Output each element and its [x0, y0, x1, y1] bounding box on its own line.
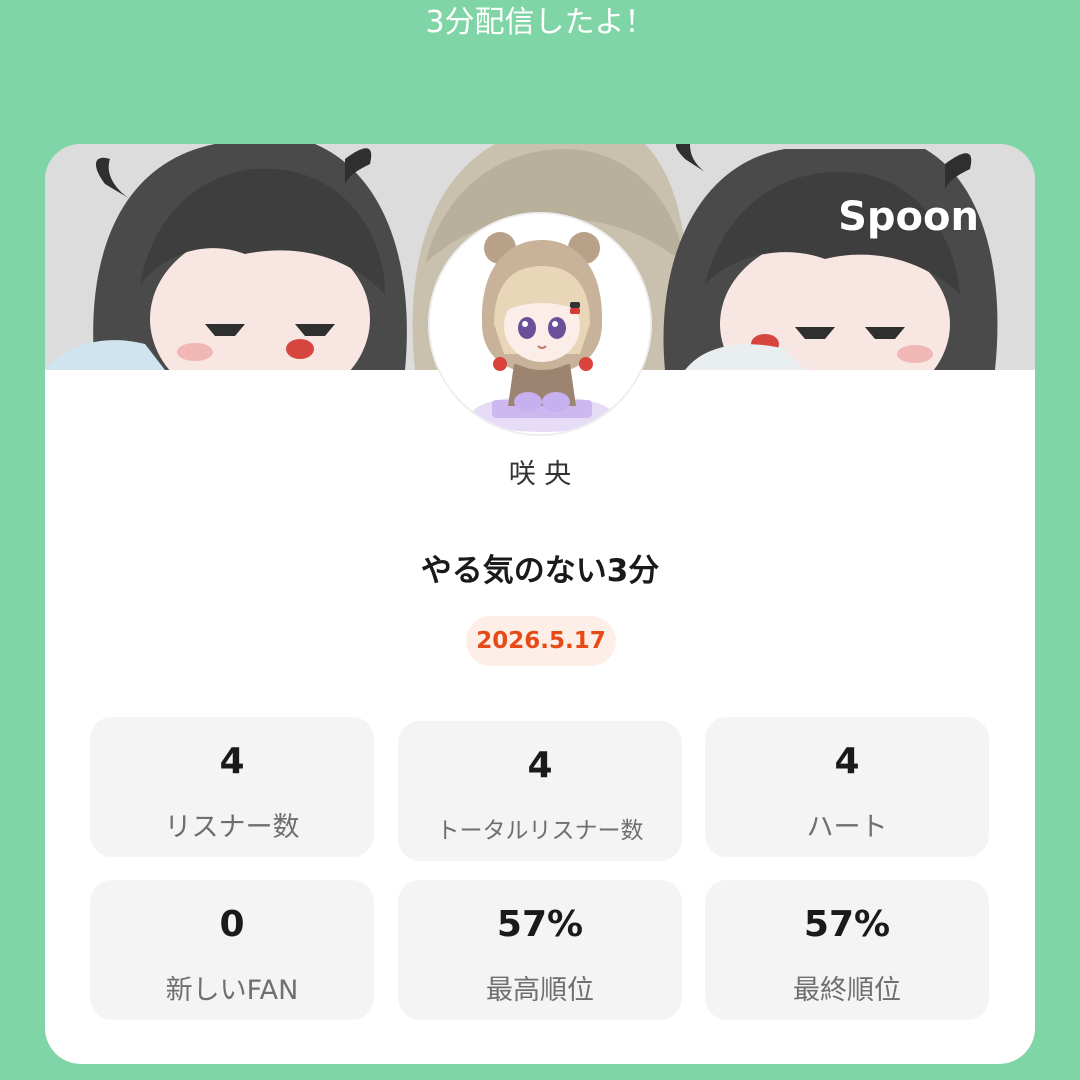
stat-value: 4 — [219, 741, 245, 782]
stat-value: 57% — [496, 904, 584, 945]
stat-value: 4 — [527, 745, 553, 786]
stat-value: 0 — [219, 904, 245, 945]
stat-hearts: 4 ハート — [705, 717, 989, 857]
stats-grid: 4 リスナー数 4 トータルリスナー数 4 ハート 0 新しいFAN 57% 最… — [45, 144, 1035, 1064]
stat-label: 新しいFAN — [165, 975, 299, 1006]
stat-value: 4 — [834, 741, 860, 782]
stat-value: 57% — [803, 904, 891, 945]
stat-label: 最終順位 — [793, 975, 901, 1006]
stat-total-listeners: 4 トータルリスナー数 — [398, 721, 682, 861]
page-title: 3分配信したよ！ — [425, 5, 655, 40]
stat-label: ハート — [806, 812, 888, 843]
stat-label: リスナー数 — [164, 812, 300, 843]
live-summary-card: Spoon 咲 央 やる気のない3分 2026.5.17 4 リスナー数 4 ト… — [45, 144, 1035, 1064]
stat-highest-rank: 57% 最高順位 — [398, 880, 682, 1020]
stat-final-rank: 57% 最終順位 — [705, 880, 989, 1020]
stat-label: トータルリスナー数 — [436, 818, 644, 844]
stat-listeners: 4 リスナー数 — [90, 717, 374, 857]
stat-new-fans: 0 新しいFAN — [90, 880, 374, 1020]
stat-label: 最高順位 — [486, 975, 594, 1006]
